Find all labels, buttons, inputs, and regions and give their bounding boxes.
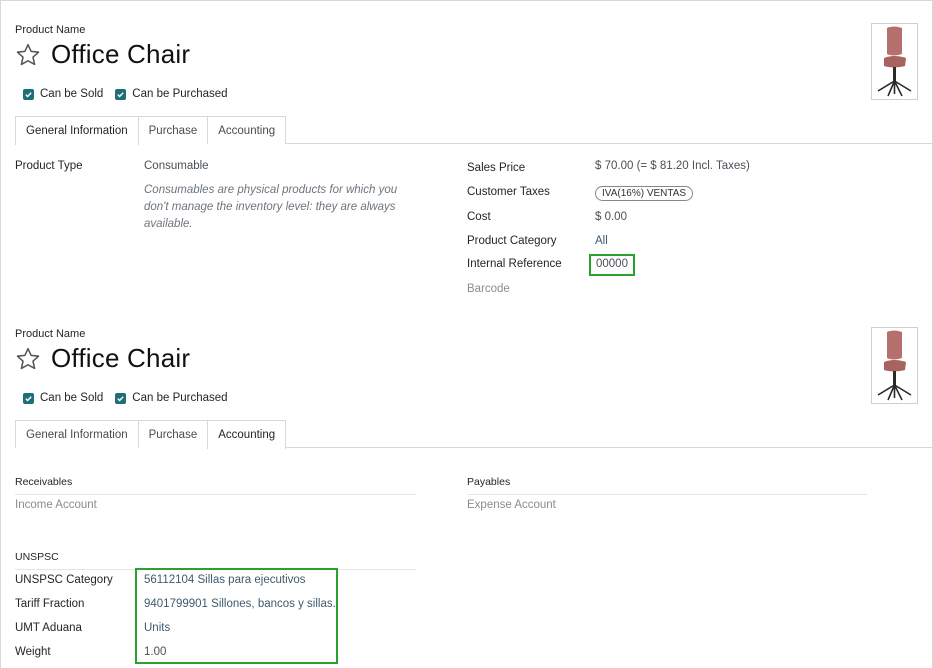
internal-reference-label: Internal Reference	[467, 258, 562, 270]
customer-taxes-label: Customer Taxes	[467, 186, 550, 198]
sales-price-label: Sales Price	[467, 162, 526, 174]
can-be-purchased-checkbox[interactable]: Can be Purchased	[115, 88, 228, 100]
internal-reference-field[interactable]: 00000	[596, 258, 628, 270]
unspsc-category-field[interactable]: 56112104 Sillas para ejecutivos	[144, 574, 306, 586]
favorite-star-icon[interactable]	[15, 42, 41, 68]
tariff-fraction-field[interactable]: 9401799901 Sillones, bancos y sillas.	[144, 598, 336, 610]
income-account-label: Income Account	[15, 499, 97, 511]
barcode-label: Barcode	[467, 283, 510, 295]
product-title[interactable]: Office Chair	[51, 343, 190, 374]
can-be-sold-label: Can be Sold	[40, 88, 104, 100]
tab-purchase[interactable]: Purchase	[137, 420, 209, 448]
product-title[interactable]: Office Chair	[51, 39, 190, 70]
tab-accounting[interactable]: Accounting	[207, 420, 287, 449]
sale-purchase-checks: Can be Sold Can be Purchased	[23, 392, 240, 404]
can-be-purchased-label: Can be Purchased	[132, 392, 228, 404]
office-chair-icon	[877, 26, 912, 97]
can-be-purchased-checkbox[interactable]: Can be Purchased	[115, 392, 228, 404]
product-image[interactable]	[871, 327, 918, 404]
can-be-sold-checkbox[interactable]: Can be Sold	[23, 88, 103, 100]
checkmark-icon[interactable]	[115, 88, 127, 100]
product-category-label: Product Category	[467, 235, 557, 247]
favorite-star-icon[interactable]	[15, 346, 41, 372]
weight-field[interactable]: 1.00	[144, 646, 166, 658]
office-chair-icon	[877, 330, 912, 401]
receivables-section-header: Receivables	[15, 476, 416, 495]
product-type-select[interactable]: Consumable	[144, 160, 209, 172]
checkmark-icon[interactable]	[115, 392, 127, 404]
tab-general-information[interactable]: General Information	[15, 420, 139, 448]
title-row: Office Chair	[15, 39, 190, 70]
product-name-label: Product Name	[15, 328, 86, 340]
product-name-label: Product Name	[15, 24, 86, 36]
sales-price-field[interactable]: $ 70.00 (= $ 81.20 Incl. Taxes)	[595, 160, 750, 172]
product-image[interactable]	[871, 23, 918, 100]
tab-general-information[interactable]: General Information	[15, 116, 139, 145]
checkmark-icon[interactable]	[23, 88, 34, 100]
payables-section-header: Payables	[467, 476, 867, 495]
tab-purchase[interactable]: Purchase	[137, 116, 209, 144]
umt-aduana-field[interactable]: Units	[144, 622, 170, 634]
cost-label: Cost	[467, 211, 491, 223]
can-be-sold-label: Can be Sold	[40, 392, 104, 404]
product-type-label: Product Type	[15, 160, 83, 172]
tab-accounting[interactable]: Accounting	[207, 116, 287, 144]
product-type-help: Consumables are physical products for wh…	[144, 184, 398, 230]
can-be-purchased-label: Can be Purchased	[132, 88, 228, 100]
notebook-tabs: General Information Purchase Accounting	[15, 420, 932, 449]
unspsc-category-label: UNSPSC Category	[15, 574, 113, 586]
tariff-fraction-label: Tariff Fraction	[15, 598, 85, 610]
tax-tag-badge[interactable]: IVA(16%) VENTAS	[595, 186, 694, 201]
product-category-field[interactable]: All	[595, 235, 608, 247]
cost-field[interactable]: $ 0.00	[595, 211, 627, 223]
weight-label: Weight	[15, 646, 51, 658]
title-row: Office Chair	[15, 343, 190, 374]
notebook-tabs: General Information Purchase Accounting	[15, 116, 932, 145]
can-be-sold-checkbox[interactable]: Can be Sold	[23, 392, 103, 404]
umt-aduana-label: UMT Aduana	[15, 622, 82, 634]
checkmark-icon[interactable]	[23, 392, 34, 404]
product-form-general: Product Name Office Chair Can be Sold Ca…	[0, 0, 933, 310]
sale-purchase-checks: Can be Sold Can be Purchased	[23, 88, 240, 100]
expense-account-label: Expense Account	[467, 499, 556, 511]
product-form-accounting: Product Name Office Chair Can be Sold Ca…	[0, 310, 933, 668]
